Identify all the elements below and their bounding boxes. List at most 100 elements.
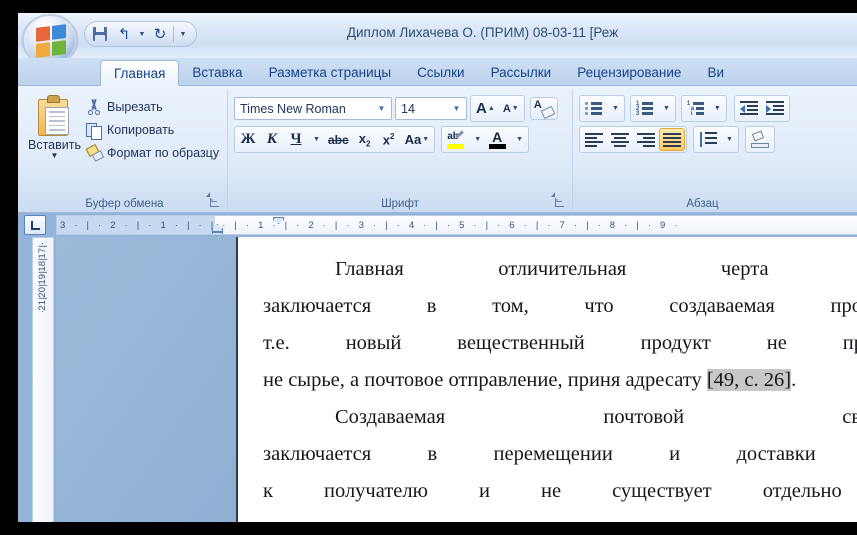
bold-label: Ж (241, 131, 256, 148)
cut-label: Вырезать (107, 100, 163, 114)
left-indent-marker[interactable] (212, 232, 223, 235)
work-area: 3 · | · 2 · | · 1 · | · | · | · 1 · | · … (18, 213, 857, 522)
align-center-button[interactable] (607, 128, 633, 151)
bulleted-list-icon (585, 101, 603, 116)
vruler-tick: 21 (36, 300, 50, 311)
copy-label: Копировать (107, 123, 174, 137)
selected-citation[interactable]: [49, с. 26] (707, 369, 791, 391)
tab-stop-selector-button[interactable] (24, 215, 46, 235)
scissors-icon (86, 99, 102, 115)
doc-line: адресату (625, 369, 706, 391)
clipboard-dialog-launcher[interactable] (209, 197, 221, 209)
align-left-icon (585, 133, 603, 147)
tab-label: Рецензирование (577, 65, 681, 80)
chevron-down-icon: ▼ (663, 105, 670, 112)
bullets-dropdown-button[interactable]: ▼ (607, 97, 623, 120)
line-spacing-buttons: ▼ (693, 126, 739, 153)
underline-dropdown-button[interactable]: ▼ (308, 128, 324, 151)
list-buttons: ▼ (579, 95, 625, 122)
numbering-button[interactable]: 123 (632, 97, 658, 120)
horizontal-ruler[interactable]: 3 · | · 2 · | · 1 · | · | · | · 1 · | · … (56, 215, 857, 235)
paragraph-1[interactable]: Главная отличительная черта почт заключа… (263, 251, 857, 399)
clear-formatting-button[interactable] (530, 97, 558, 120)
increase-indent-button[interactable] (762, 97, 788, 120)
align-right-button[interactable] (633, 128, 659, 151)
numbering-dropdown-button[interactable]: ▼ (658, 97, 674, 120)
doc-line: Создаваемая почтовой связью (335, 406, 857, 428)
ribbon-tab-strip: Главная Вставка Разметка страницы Ссылки… (18, 58, 857, 86)
tab-label: Разметка страницы (269, 65, 391, 80)
group-label-text: Абзац (686, 198, 718, 210)
font-size-value: 14 (401, 102, 415, 116)
chevron-down-icon: ▼ (422, 136, 429, 143)
font-size-combobox[interactable]: 14 ▼ (395, 97, 467, 120)
document-page[interactable]: Главная отличительная черта почт заключа… (236, 237, 857, 522)
multilevel-dropdown-button[interactable]: ▼ (709, 97, 725, 120)
tab-references[interactable]: Ссылки (404, 60, 478, 85)
italic-button[interactable]: К (260, 128, 284, 151)
font-color-dropdown-button[interactable]: ▼ (511, 128, 527, 151)
chevron-down-icon[interactable]: ▼ (449, 104, 464, 113)
chevron-down-icon: ▼ (714, 105, 721, 112)
chevron-down-icon: ▼ (612, 105, 619, 112)
font-color-button[interactable]: A (485, 128, 511, 151)
highlight-dropdown-button[interactable]: ▼ (469, 128, 485, 151)
vruler-tick: 20 (36, 287, 50, 298)
underline-button[interactable]: Ч (284, 128, 308, 151)
paragraph-2[interactable]: Создаваемая почтовой связью заключается … (263, 399, 857, 522)
ribbon-group-paragraph: ▼ 123 ▼ 1ai ▼ (572, 90, 832, 212)
line-spacing-dropdown-button[interactable]: ▼ (721, 128, 737, 151)
italic-label: К (267, 131, 277, 148)
chevron-down-icon[interactable]: ▼ (374, 104, 389, 113)
format-painter-button[interactable]: Формат по образцу (81, 142, 224, 163)
paste-label: Вставить (28, 138, 81, 152)
ribbon: Вставить ▼ Вырезать Копировать Формат по… (18, 86, 857, 213)
align-left-button[interactable] (581, 128, 607, 151)
tab-label: Ви (707, 65, 724, 80)
font-dialog-launcher[interactable] (554, 197, 566, 209)
tab-view[interactable]: Ви (694, 60, 737, 85)
strikethrough-button[interactable]: abc (324, 128, 353, 151)
decrease-indent-icon (740, 101, 758, 116)
multilevel-list-button[interactable]: 1ai (683, 97, 709, 120)
word-application-window: ↰ ▼ ↻ ▼ Диплом Лихачева О. (ПРИМ) 08-03-… (18, 13, 857, 522)
subscript-index: 2 (366, 139, 370, 148)
shading-button[interactable] (747, 128, 773, 151)
document-canvas[interactable]: Главная отличительная черта почт заключа… (56, 237, 857, 522)
tab-page-layout[interactable]: Разметка страницы (256, 60, 404, 85)
subscript-button[interactable]: x2 (353, 128, 377, 151)
grow-font-button[interactable]: A▲ (472, 97, 499, 120)
tab-review[interactable]: Рецензирование (564, 60, 694, 85)
paste-button[interactable]: Вставить ▼ (28, 93, 81, 160)
shrink-font-button[interactable]: A▼ (499, 97, 523, 120)
vertical-ruler-ticks: · | 17 | 18 | 19 | 20 | 21 · (33, 238, 53, 314)
document-text[interactable]: Главная отличительная черта почт заключа… (263, 251, 857, 522)
tab-home[interactable]: Главная (100, 60, 179, 86)
paintbrush-icon (86, 145, 102, 161)
tab-insert[interactable]: Вставка (179, 60, 255, 85)
format-painter-label: Формат по образцу (107, 146, 219, 160)
bold-button[interactable]: Ж (236, 128, 260, 151)
bullets-button[interactable] (581, 97, 607, 120)
font-name-combobox[interactable]: Times New Roman ▼ (234, 97, 392, 120)
vertical-ruler[interactable]: · | 17 | 18 | 19 | 20 | 21 · (32, 237, 54, 522)
decrease-indent-button[interactable] (736, 97, 762, 120)
ribbon-group-clipboard: Вставить ▼ Вырезать Копировать Формат по… (22, 90, 227, 212)
cut-button[interactable]: Вырезать (81, 96, 224, 117)
doc-line: к получателю и не существует отдельно о (263, 480, 857, 502)
vruler-tick: · (36, 310, 50, 313)
change-case-button[interactable]: Aa▼ (401, 128, 434, 151)
copy-button[interactable]: Копировать (81, 119, 224, 140)
multilevel-list-icon: 1ai (687, 101, 705, 116)
justify-button[interactable] (659, 128, 685, 151)
clipboard-icon (36, 95, 74, 137)
chevron-down-icon: ▼ (313, 136, 320, 143)
text-highlight-button[interactable]: ab (443, 128, 469, 151)
shading-buttons (745, 126, 775, 153)
alignment-buttons (579, 126, 687, 153)
line-spacing-button[interactable] (695, 128, 721, 151)
superscript-button[interactable]: x2 (377, 128, 401, 151)
paragraph-row-2: ▼ (579, 126, 790, 153)
tab-mailings[interactable]: Рассылки (478, 60, 565, 85)
justify-icon (663, 133, 681, 147)
